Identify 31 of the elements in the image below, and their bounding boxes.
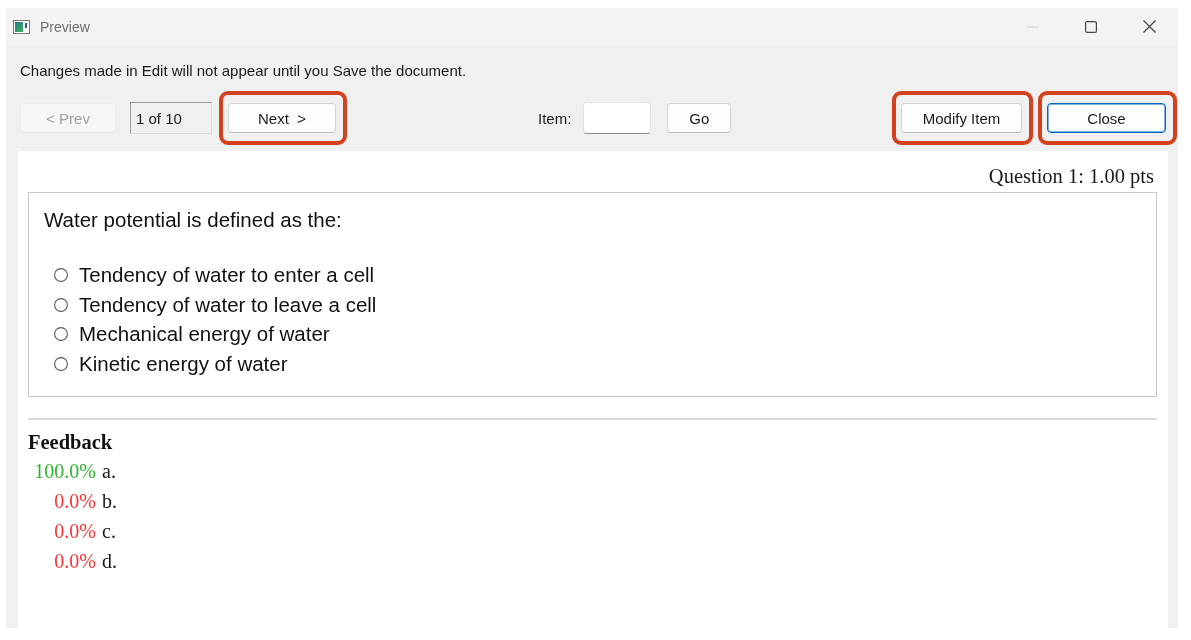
radio-button-icon[interactable] [54,327,68,342]
answer-option: Mechanical energy of water [79,323,330,346]
feedback-percent: 0.0% [53,490,96,514]
next-button[interactable]: Next > [228,103,336,133]
answer-option: Tendency of water to enter a cell [79,263,375,286]
question-points: Question 1: 1.00 pts [988,166,1154,186]
maximize-icon[interactable] [1085,20,1097,33]
answer-option: Tendency of water to leave a cell [79,293,377,316]
radio-button-icon[interactable] [54,267,68,282]
feedback-percent: 0.0% [53,520,96,544]
feedback-letter: b. [102,490,117,514]
page-counter-field[interactable]: 1 of 10 [130,102,212,134]
go-button[interactable]: Go [667,103,732,133]
item-label: Item: [538,109,572,127]
feedback-percent: 0.0% [53,550,96,574]
close-button[interactable]: Close [1047,103,1166,133]
radio-button-icon[interactable] [54,297,68,312]
modify-item-button[interactable]: Modify Item [901,103,1022,133]
notice-text: Changes made in Edit will not appear until you Save the document. [20,62,467,80]
feedback-percent: 100.0% [33,460,96,484]
feedback-title: Feedback [28,430,113,453]
app-icon [13,19,30,34]
feedback-letter: d. [102,550,117,574]
close-icon[interactable] [1142,20,1156,33]
feedback-letter: c. [102,520,116,544]
question-prompt: Water potential is defined as the: [44,209,342,231]
window-title: Preview [40,18,90,35]
radio-button-icon[interactable] [54,356,68,371]
item-input-field[interactable] [583,102,652,134]
answer-option: Kinetic energy of water [79,352,288,375]
feedback-letter: a. [102,460,116,484]
